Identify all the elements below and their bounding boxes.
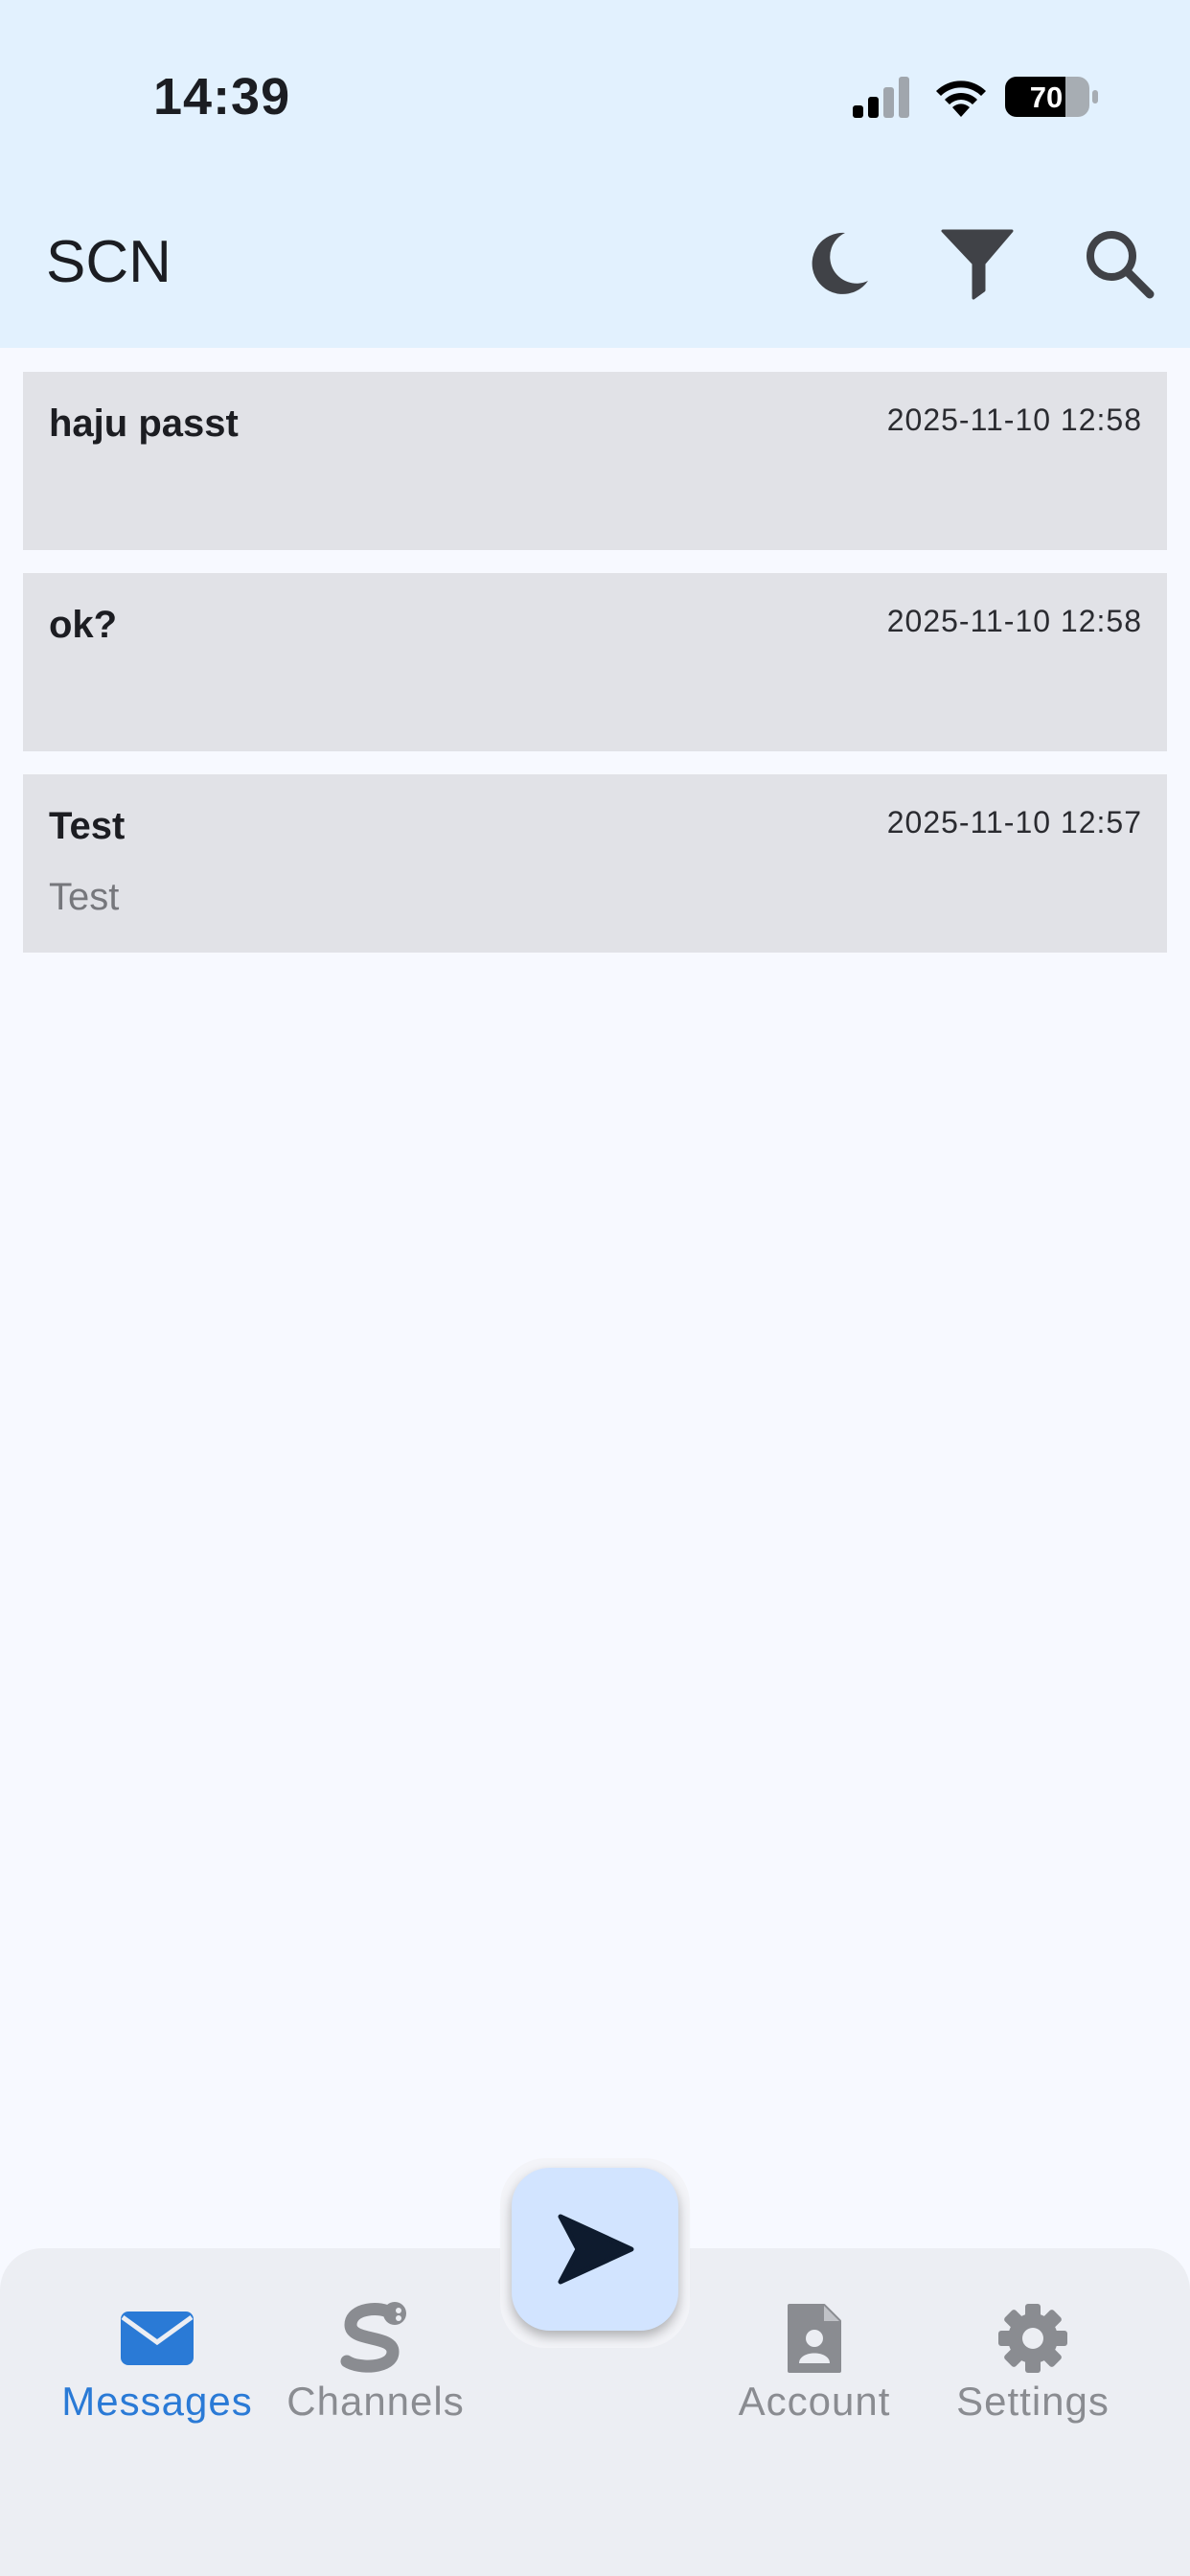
nav-channels-label: Channels: [286, 2379, 465, 2424]
channel-icon: [340, 2302, 406, 2373]
search-icon: [1087, 231, 1155, 299]
nav-settings[interactable]: Settings: [923, 2300, 1143, 2434]
moon-icon: [812, 232, 868, 294]
filter-button[interactable]: [939, 225, 1016, 302]
cellular-signal-icon: [853, 77, 909, 118]
search-button[interactable]: [1081, 225, 1157, 302]
nav-messages-label: Messages: [61, 2379, 253, 2424]
nav-account[interactable]: Account: [704, 2300, 925, 2434]
nav-channels[interactable]: Channels: [265, 2300, 486, 2434]
filter-icon: [941, 229, 1014, 300]
send-icon: [558, 2214, 634, 2285]
message-title: Test: [49, 805, 126, 847]
battery-icon: 70: [1005, 77, 1098, 117]
wifi-icon: [936, 80, 986, 117]
message-item[interactable]: ok? 2025-11-10 12:58: [23, 573, 1167, 751]
app-header: 14:39 70 SCN: [0, 0, 1190, 348]
dark-mode-button[interactable]: [797, 225, 874, 302]
gear-icon: [998, 2304, 1067, 2373]
message-item[interactable]: haju passt 2025-11-10 12:58: [23, 372, 1167, 550]
message-date: 2025-11-10 12:57: [886, 805, 1142, 840]
message-date: 2025-11-10 12:58: [886, 402, 1142, 437]
envelope-icon: [121, 2312, 194, 2365]
nav-messages[interactable]: Messages: [47, 2300, 267, 2434]
nav-account-label: Account: [738, 2379, 891, 2424]
message-title: haju passt: [49, 402, 239, 445]
send-message-button[interactable]: [512, 2168, 678, 2331]
message-list: haju passt 2025-11-10 12:58 ok? 2025-11-…: [23, 372, 1167, 976]
app-title: SCN: [46, 229, 172, 295]
status-time: 14:39: [153, 68, 291, 126]
battery-level: 70: [1030, 80, 1063, 114]
account-icon: [788, 2304, 841, 2373]
message-date: 2025-11-10 12:58: [886, 604, 1142, 638]
message-title: ok?: [49, 604, 118, 646]
message-body: Test: [49, 876, 120, 918]
nav-settings-label: Settings: [956, 2379, 1110, 2424]
message-item[interactable]: Test 2025-11-10 12:57 Test: [23, 774, 1167, 953]
